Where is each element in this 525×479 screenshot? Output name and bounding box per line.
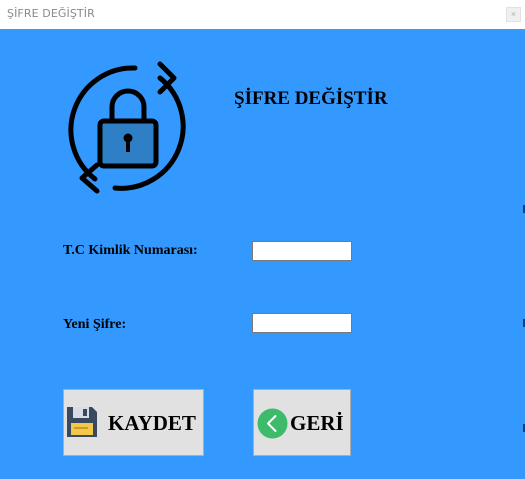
window-title: ŞİFRE DEĞİŞTİR: [7, 7, 95, 20]
save-button-label: KAYDET: [108, 411, 196, 435]
back-button[interactable]: GERİ: [253, 389, 351, 456]
title-bar: ŞİFRE DEĞİŞTİR ×: [0, 0, 525, 29]
change-password-form: ŞİFRE DEĞİŞTİR T.C Kimlik Numarası: Yeni…: [0, 29, 525, 479]
back-button-label: GERİ: [290, 411, 344, 435]
new-password-input[interactable]: [252, 313, 352, 333]
tc-input[interactable]: [252, 241, 352, 261]
lock-refresh-icon: [68, 61, 186, 194]
floppy-disk-icon: [67, 407, 97, 437]
close-button[interactable]: ×: [506, 7, 521, 22]
password-label: Yeni Şifre:: [63, 317, 127, 332]
chevron-left-circle-icon: [257, 408, 288, 439]
save-button[interactable]: KAYDET: [63, 389, 204, 456]
tc-label: T.C Kimlik Numarası:: [63, 243, 198, 258]
page-heading: ŞİFRE DEĞİŞTİR: [234, 88, 388, 109]
